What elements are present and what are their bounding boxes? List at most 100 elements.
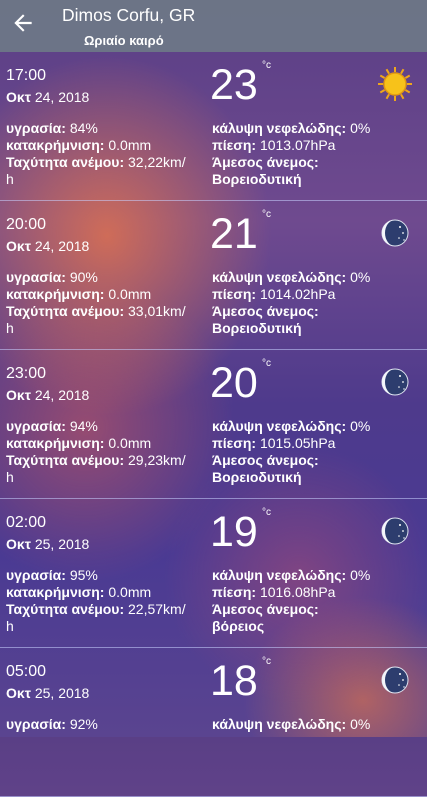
wind-value: 22,57km/ [128, 601, 186, 617]
precip-label: κατακρήμνιση: [6, 435, 105, 451]
wind-direction-value: Βορειοδυτική [212, 320, 302, 336]
humidity-row: υγρασία: 95% [6, 567, 98, 583]
precip-value: 0.0mm [108, 435, 152, 451]
cloud-row: κάλυψη νεφελώδης: 0% [212, 716, 370, 732]
forecast-date: Οκτ 24, 2018 [6, 238, 89, 254]
back-arrow-icon[interactable] [10, 10, 36, 36]
cloud-label: κάλυψη νεφελώδης: [212, 120, 347, 136]
wind-direction-label: Άμεσος άνεμος: [212, 452, 319, 468]
forecast-card[interactable]: 23:00 Οκτ 24, 2018 20 °c υγρασία: 94% κα… [0, 350, 427, 499]
humidity-value: 84% [69, 120, 98, 136]
temperature: 20 [210, 359, 258, 407]
page-subtitle: Ωριαίο καιρό [84, 33, 164, 48]
wind-row: Ταχύτητα ανέμου: 32,22km/ [6, 154, 186, 170]
forecast-time: 20:00 [6, 216, 47, 233]
wind-row: Ταχύτητα ανέμου: 33,01km/ [6, 303, 186, 319]
wind-direction-label: Άμεσος άνεμος: [212, 154, 319, 170]
humidity-label: υγρασία: [6, 567, 66, 583]
forecast-day: 24, 2018 [34, 387, 90, 403]
wind-unit: h [6, 320, 14, 336]
wind-direction-value: Βορειοδυτική [212, 171, 302, 187]
moon-icon [377, 215, 413, 251]
cloud-label: κάλυψη νεφελώδης: [212, 567, 347, 583]
city-title: Dimos Corfu, GR [62, 5, 196, 25]
app-bar: Dimos Corfu, GR Ωριαίο καιρό [0, 0, 427, 52]
forecast-month: Οκτ [6, 89, 31, 105]
forecast-day: 25, 2018 [34, 536, 90, 552]
humidity-value: 92% [69, 716, 98, 732]
temperature: 19 [210, 508, 258, 556]
cloud-row: κάλυψη νεφελώδης: 0% [212, 269, 370, 285]
wind-direction-row: Άμεσος άνεμος: [212, 601, 319, 617]
humidity-row: υγρασία: 90% [6, 269, 98, 285]
forecast-date: Οκτ 24, 2018 [6, 387, 89, 403]
pressure-label: πίεση: [212, 286, 257, 302]
temperature: 21 [210, 210, 258, 258]
humidity-label: υγρασία: [6, 716, 66, 732]
cloud-label: κάλυψη νεφελώδης: [212, 269, 347, 285]
humidity-value: 90% [69, 269, 98, 285]
forecast-card[interactable]: 05:00 Οκτ 25, 2018 18 °c υγρασία: 92% κά… [0, 648, 427, 797]
humidity-row: υγρασία: 84% [6, 120, 98, 136]
precip-label: κατακρήμνιση: [6, 286, 105, 302]
humidity-value: 94% [69, 418, 98, 434]
humidity-row: υγρασία: 92% [6, 716, 98, 732]
forecast-day: 25, 2018 [34, 685, 90, 701]
cloud-value: 0% [350, 567, 371, 583]
pressure-label: πίεση: [212, 137, 257, 153]
humidity-row: υγρασία: 94% [6, 418, 98, 434]
cloud-value: 0% [350, 418, 371, 434]
forecast-date: Οκτ 25, 2018 [6, 536, 89, 552]
temperature-unit: °c [262, 656, 271, 667]
pressure-label: πίεση: [212, 435, 257, 451]
forecast-date: Οκτ 25, 2018 [6, 685, 89, 701]
wind-value: 29,23km/ [128, 452, 186, 468]
cloud-value: 0% [350, 120, 371, 136]
forecast-month: Οκτ [6, 685, 31, 701]
humidity-label: υγρασία: [6, 120, 66, 136]
wind-row: Ταχύτητα ανέμου: 22,57km/ [6, 601, 186, 617]
wind-direction-value: Βορειοδυτική [212, 469, 302, 485]
cloud-value: 0% [350, 269, 371, 285]
humidity-label: υγρασία: [6, 418, 66, 434]
cloud-row: κάλυψη νεφελώδης: 0% [212, 120, 370, 136]
cloud-row: κάλυψη νεφελώδης: 0% [212, 418, 370, 434]
precip-value: 0.0mm [108, 286, 152, 302]
wind-direction-label: Άμεσος άνεμος: [212, 601, 319, 617]
cloud-label: κάλυψη νεφελώδης: [212, 716, 347, 732]
pressure-row: πίεση: 1013.07hPa [212, 137, 335, 153]
precip-label: κατακρήμνιση: [6, 584, 105, 600]
forecast-month: Οκτ [6, 387, 31, 403]
wind-label: Ταχύτητα ανέμου: [6, 303, 125, 319]
forecast-card[interactable]: 02:00 Οκτ 25, 2018 19 °c υγρασία: 95% κα… [0, 499, 427, 648]
temperature-unit: °c [262, 507, 271, 518]
wind-label: Ταχύτητα ανέμου: [6, 601, 125, 617]
precip-value: 0.0mm [108, 137, 152, 153]
wind-unit: h [6, 171, 14, 187]
pressure-value: 1014.02hPa [259, 286, 336, 302]
forecast-time: 02:00 [6, 514, 47, 531]
precip-label: κατακρήμνιση: [6, 137, 105, 153]
wind-direction-label: Άμεσος άνεμος: [212, 303, 319, 319]
precip-row: κατακρήμνιση: 0.0mm [6, 137, 151, 153]
cloud-value: 0% [350, 716, 371, 732]
wind-unit: h [6, 469, 14, 485]
pressure-value: 1015.05hPa [259, 435, 336, 451]
cloud-label: κάλυψη νεφελώδης: [212, 418, 347, 434]
wind-label: Ταχύτητα ανέμου: [6, 154, 125, 170]
pressure-row: πίεση: 1014.02hPa [212, 286, 335, 302]
forecast-card[interactable]: 17:00 Οκτ 24, 2018 23 °c υγρασία: 84% κα… [0, 52, 427, 201]
forecast-day: 24, 2018 [34, 238, 90, 254]
precip-value: 0.0mm [108, 584, 152, 600]
pressure-label: πίεση: [212, 584, 257, 600]
wind-direction-row: Άμεσος άνεμος: [212, 303, 319, 319]
precip-row: κατακρήμνιση: 0.0mm [6, 286, 151, 302]
forecast-month: Οκτ [6, 238, 31, 254]
forecast-card[interactable]: 20:00 Οκτ 24, 2018 21 °c υγρασία: 90% κα… [0, 201, 427, 350]
wind-row: Ταχύτητα ανέμου: 29,23km/ [6, 452, 186, 468]
pressure-value: 1016.08hPa [259, 584, 336, 600]
temperature-unit: °c [262, 60, 271, 71]
precip-row: κατακρήμνιση: 0.0mm [6, 435, 151, 451]
forecast-day: 24, 2018 [34, 89, 90, 105]
sun-icon [377, 66, 413, 102]
